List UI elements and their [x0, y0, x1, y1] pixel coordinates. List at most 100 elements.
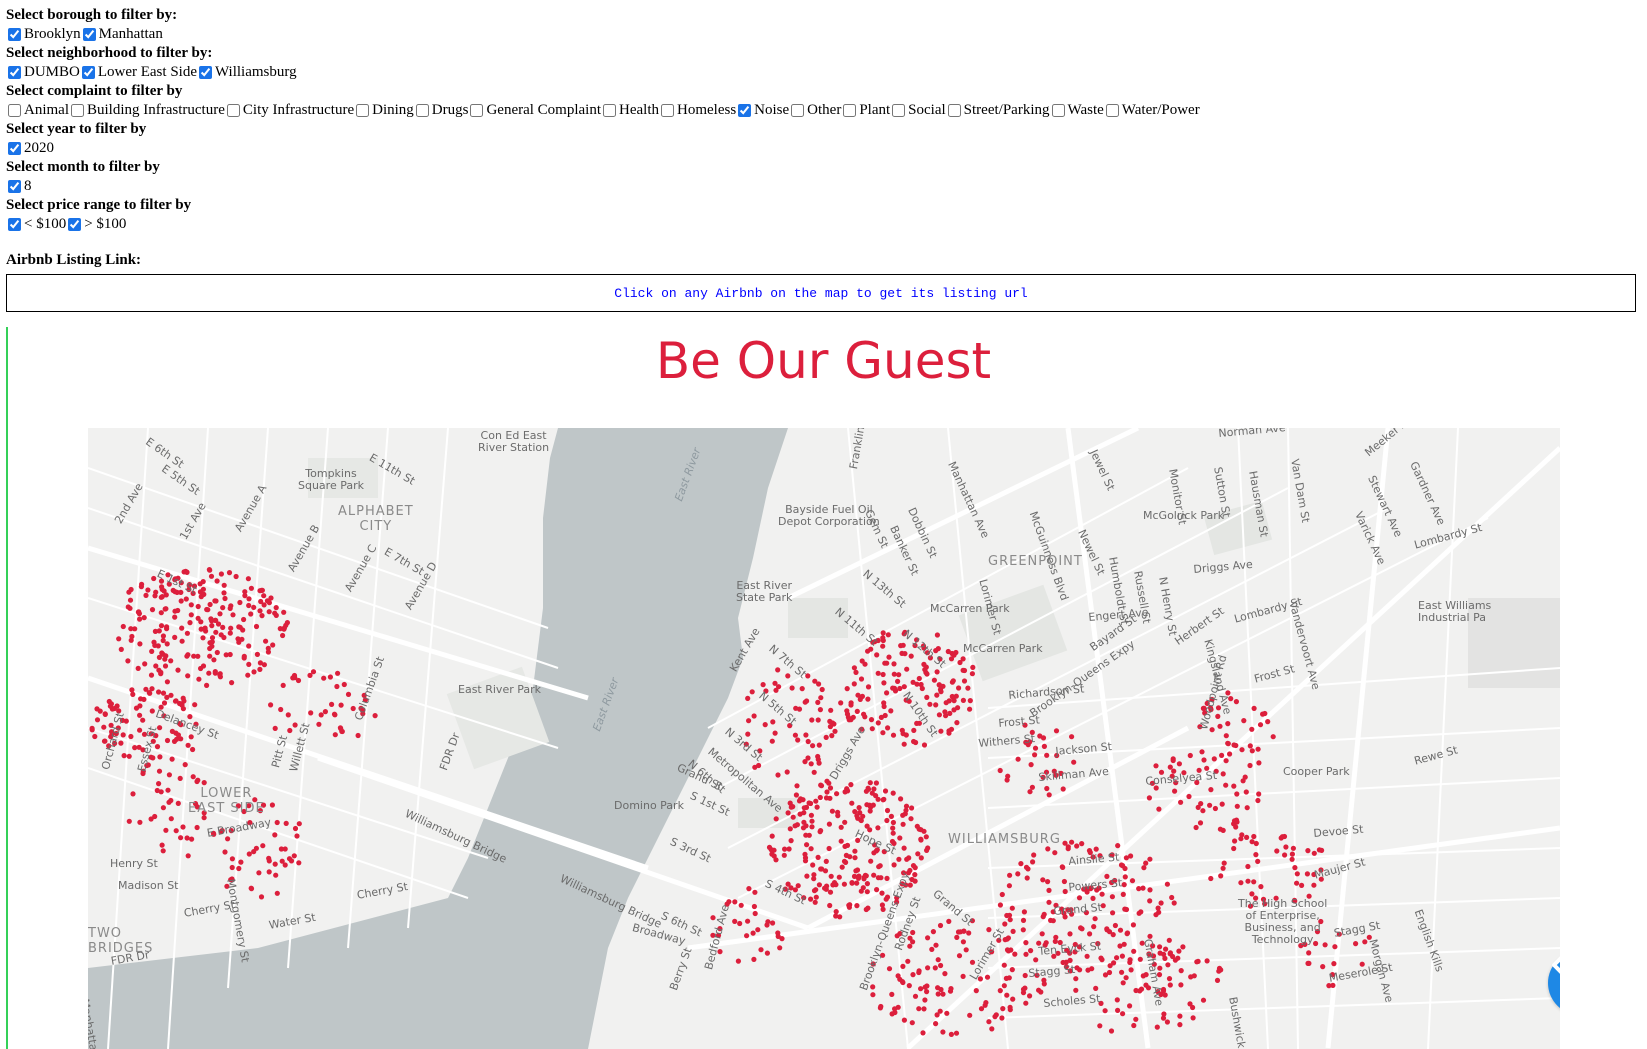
listing-point[interactable] [287, 727, 293, 734]
listing-point[interactable] [1136, 910, 1142, 916]
listing-point[interactable] [865, 684, 872, 690]
listing-point[interactable] [931, 677, 938, 683]
listing-point[interactable] [801, 819, 807, 825]
listing-point[interactable] [1041, 743, 1047, 749]
listing-point[interactable] [833, 909, 839, 915]
listing-point[interactable] [826, 821, 833, 827]
listing-point[interactable] [1020, 927, 1026, 933]
listing-point[interactable] [1219, 752, 1225, 758]
listing-point[interactable] [1180, 944, 1186, 950]
listing-point[interactable] [272, 832, 278, 838]
listing-point[interactable] [137, 616, 143, 622]
listing-point[interactable] [1009, 905, 1015, 911]
listing-point[interactable] [906, 983, 912, 989]
listing-point[interactable] [1305, 848, 1311, 854]
listing-point[interactable] [1256, 760, 1262, 766]
listing-point[interactable] [1251, 705, 1257, 711]
listing-point[interactable] [1084, 953, 1090, 959]
listing-point[interactable] [1270, 734, 1276, 740]
listing-point[interactable] [907, 943, 913, 949]
listing-point[interactable] [853, 669, 859, 675]
listing-point[interactable] [241, 653, 247, 659]
listing-point[interactable] [997, 767, 1003, 774]
listing-point[interactable] [291, 853, 297, 859]
listing-point[interactable] [341, 681, 347, 688]
listing-point[interactable] [190, 746, 196, 753]
listing-point[interactable] [107, 703, 113, 709]
listing-point[interactable] [746, 886, 752, 892]
filter-checkbox[interactable] [82, 27, 96, 41]
listing-point[interactable] [209, 623, 215, 629]
listing-point[interactable] [237, 599, 243, 606]
listing-point[interactable] [882, 788, 889, 794]
listing-point[interactable] [812, 678, 818, 684]
listing-point[interactable] [256, 870, 262, 876]
listing-point[interactable] [1305, 960, 1311, 967]
listing-point[interactable] [154, 744, 161, 750]
listing-point[interactable] [880, 730, 886, 736]
listing-point[interactable] [206, 670, 212, 676]
listing-point[interactable] [308, 710, 314, 716]
listing-point[interactable] [912, 993, 919, 999]
listing-point[interactable] [927, 701, 933, 707]
listing-point[interactable] [880, 671, 886, 678]
listing-point[interactable] [865, 648, 871, 654]
filter-option[interactable]: Homeless [659, 100, 736, 120]
listing-point[interactable] [1006, 975, 1012, 981]
listing-point[interactable] [1006, 912, 1013, 918]
listing-point[interactable] [1239, 832, 1245, 838]
listing-point[interactable] [909, 1020, 915, 1026]
listing-point[interactable] [285, 712, 291, 718]
listing-point[interactable] [934, 1012, 940, 1018]
listing-point[interactable] [251, 669, 257, 675]
listing-point[interactable] [200, 635, 206, 641]
listing-point[interactable] [182, 762, 188, 768]
listing-point[interactable] [217, 611, 223, 617]
listing-point[interactable] [795, 883, 801, 889]
listing-point[interactable] [924, 983, 930, 989]
listing-point[interactable] [1015, 871, 1021, 877]
listing-point[interactable] [860, 813, 866, 819]
listing-point[interactable] [274, 890, 280, 896]
listing-point[interactable] [732, 918, 738, 924]
listing-point[interactable] [881, 680, 887, 686]
listing-point[interactable] [245, 576, 251, 582]
listing-point[interactable] [808, 812, 815, 818]
listing-point[interactable] [764, 950, 771, 956]
listing-point[interactable] [177, 700, 183, 707]
listing-point[interactable] [220, 605, 226, 611]
listing-point[interactable] [1220, 771, 1226, 777]
listing-point[interactable] [816, 760, 822, 766]
listing-point[interactable] [773, 687, 779, 693]
listing-point[interactable] [327, 674, 333, 680]
listing-point[interactable] [892, 1006, 898, 1012]
filter-option[interactable]: Animal [6, 100, 69, 120]
listing-point[interactable] [1304, 871, 1310, 877]
listing-point[interactable] [211, 657, 217, 663]
listing-point[interactable] [852, 855, 858, 861]
listing-point[interactable] [1141, 865, 1147, 871]
listing-point[interactable] [1010, 996, 1016, 1002]
listing-point[interactable] [1255, 858, 1261, 864]
listing-point[interactable] [1258, 884, 1264, 890]
listing-point[interactable] [1165, 962, 1171, 968]
listing-point[interactable] [1046, 792, 1052, 798]
airbnb-map[interactable]: ALPHABET CITY LOWER EAST SIDE GREENPOINT W… [88, 428, 1560, 1049]
listing-point[interactable] [896, 672, 902, 678]
listing-point[interactable] [794, 783, 800, 789]
listing-point[interactable] [1010, 928, 1016, 934]
listing-point[interactable] [755, 927, 761, 933]
listing-point[interactable] [890, 819, 897, 826]
listing-point[interactable] [862, 661, 868, 667]
listing-point[interactable] [200, 579, 206, 585]
filter-checkbox[interactable] [8, 217, 21, 231]
listing-point[interactable] [169, 756, 175, 762]
listing-point[interactable] [873, 780, 880, 786]
listing-point[interactable] [844, 786, 850, 792]
listing-point[interactable] [867, 808, 873, 814]
listing-point[interactable] [162, 663, 169, 669]
listing-point[interactable] [854, 813, 860, 819]
filter-checkbox[interactable] [892, 103, 906, 117]
listing-point[interactable] [1093, 846, 1099, 852]
listing-point[interactable] [163, 606, 169, 612]
